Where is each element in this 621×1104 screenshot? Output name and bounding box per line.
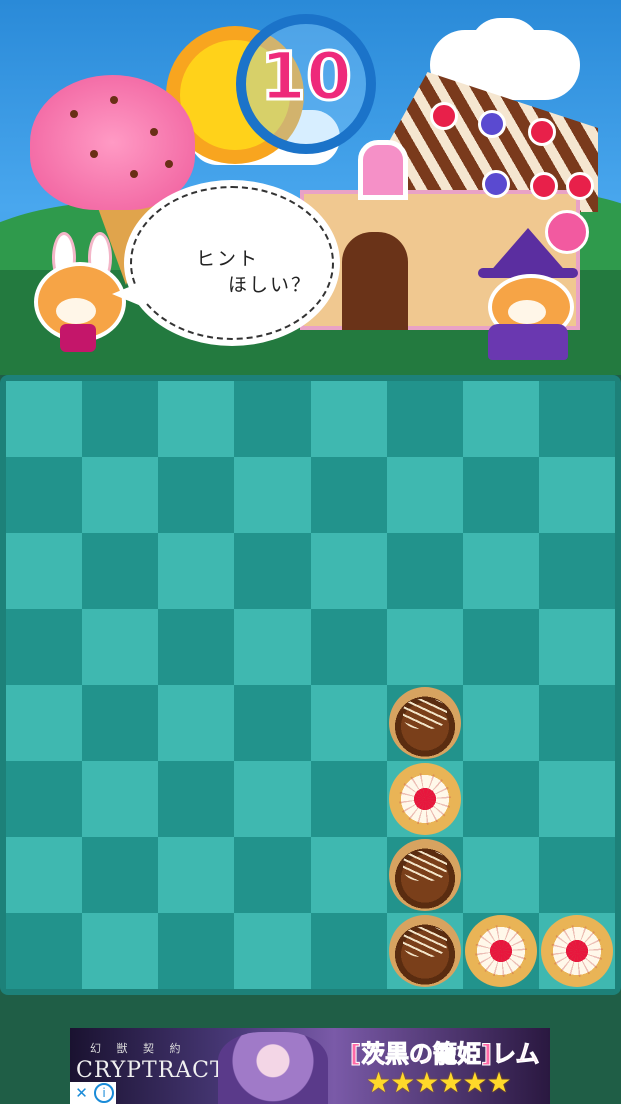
hint-bubble-text: ヒント — [196, 248, 260, 270]
board-cell[interactable] — [6, 837, 83, 913]
ad-logo-subtitle: 幻 獣 契 約 — [90, 1042, 187, 1055]
board-grid — [6, 381, 615, 989]
ad-title: [茨黒の籠姫]レム — [349, 1040, 540, 1069]
house-door — [342, 232, 408, 330]
board-cell[interactable] — [158, 609, 235, 685]
chip — [165, 160, 173, 168]
candy-icon — [530, 172, 558, 200]
candy-icon — [482, 170, 510, 198]
board-cell[interactable] — [310, 457, 387, 533]
ad-banner[interactable]: 幻 獣 契 約 CRYPTRACT [茨黒の籠姫]レム ★★★★★★ — [70, 1028, 550, 1104]
board-cell[interactable] — [234, 913, 311, 989]
board-cell[interactable] — [538, 685, 615, 761]
board-cell[interactable] — [310, 609, 387, 685]
board-cell[interactable] — [82, 761, 159, 837]
board-cell[interactable] — [82, 381, 159, 457]
board-cell[interactable] — [82, 913, 159, 989]
board-cell[interactable] — [538, 533, 615, 609]
board-cell[interactable] — [310, 913, 387, 989]
board-cell[interactable] — [310, 381, 387, 457]
board-cell[interactable] — [234, 685, 311, 761]
board-cell[interactable] — [158, 381, 235, 457]
board-cell[interactable] — [82, 457, 159, 533]
board-cell[interactable] — [462, 761, 539, 837]
house-window — [358, 140, 408, 200]
board-cell[interactable] — [386, 533, 463, 609]
chocolate-cookie-piece[interactable] — [388, 839, 461, 911]
board-cell[interactable] — [234, 609, 311, 685]
board-cell[interactable] — [158, 761, 235, 837]
board-cell[interactable] — [234, 381, 311, 457]
board-cell[interactable] — [234, 761, 311, 837]
ad-rating-stars: ★★★★★★ — [366, 1066, 512, 1099]
board-cell[interactable] — [538, 837, 615, 913]
board-cell[interactable] — [158, 457, 235, 533]
chip — [70, 110, 78, 118]
board-cell[interactable] — [462, 837, 539, 913]
board-cell[interactable] — [234, 457, 311, 533]
board-cell[interactable] — [158, 533, 235, 609]
board-cell[interactable] — [158, 837, 235, 913]
board-cell[interactable] — [538, 609, 615, 685]
cherry-cookie-piece[interactable] — [388, 763, 461, 835]
board-cell[interactable] — [538, 761, 615, 837]
cherry-cookie-piece[interactable] — [464, 915, 537, 987]
board-cell[interactable] — [462, 533, 539, 609]
board-cell[interactable] — [158, 913, 235, 989]
board-cell[interactable] — [310, 533, 387, 609]
cloud — [470, 18, 540, 78]
ad-logo: CRYPTRACT — [76, 1058, 226, 1083]
board-cell[interactable] — [158, 685, 235, 761]
board-cell[interactable] — [462, 457, 539, 533]
hamster-wizard-character — [478, 228, 578, 360]
ad-info-icon[interactable]: i — [94, 1083, 114, 1103]
board-cell[interactable] — [6, 457, 83, 533]
board-cell[interactable] — [82, 533, 159, 609]
chip — [90, 150, 98, 158]
game-header-scene: 10 ヒント ほしい？ — [0, 0, 621, 375]
board-cell[interactable] — [82, 685, 159, 761]
board-cell[interactable] — [6, 913, 83, 989]
chip — [110, 96, 118, 104]
board-cell[interactable] — [538, 381, 615, 457]
board-cell[interactable] — [462, 685, 539, 761]
ad-controls: ✕ i — [70, 1082, 116, 1104]
board-cell[interactable] — [6, 533, 83, 609]
ad-close-icon[interactable]: ✕ — [70, 1082, 93, 1104]
board-cell[interactable] — [386, 457, 463, 533]
board-cell[interactable] — [82, 837, 159, 913]
candy-icon — [528, 118, 556, 146]
chocolate-cookie-piece[interactable] — [388, 687, 461, 759]
board-cell[interactable] — [462, 381, 539, 457]
hint-bubble-text: ほしい？ — [228, 274, 313, 296]
board-cell[interactable] — [6, 761, 83, 837]
chip — [130, 170, 138, 178]
ad-character-image — [218, 1032, 328, 1104]
timer-counter: 10 — [259, 37, 354, 117]
cherry-cookie-piece[interactable] — [540, 915, 613, 987]
board-cell[interactable] — [386, 381, 463, 457]
board-cell[interactable] — [82, 609, 159, 685]
board-cell[interactable] — [310, 685, 387, 761]
board-cell[interactable] — [6, 381, 83, 457]
board-cell[interactable] — [234, 837, 311, 913]
board-cell[interactable] — [234, 533, 311, 609]
chip — [150, 128, 158, 136]
chocolate-cookie-piece[interactable] — [388, 915, 461, 987]
board-cell[interactable] — [386, 609, 463, 685]
board-cell[interactable] — [310, 837, 387, 913]
board-cell[interactable] — [310, 761, 387, 837]
board-cell[interactable] — [6, 685, 83, 761]
board-cell[interactable] — [6, 609, 83, 685]
candy-icon — [430, 102, 458, 130]
candy-icon — [478, 110, 506, 138]
candy-icon — [566, 172, 594, 200]
hint-bubble-tail — [112, 280, 146, 308]
board-cell[interactable] — [462, 609, 539, 685]
board-cell[interactable] — [538, 457, 615, 533]
